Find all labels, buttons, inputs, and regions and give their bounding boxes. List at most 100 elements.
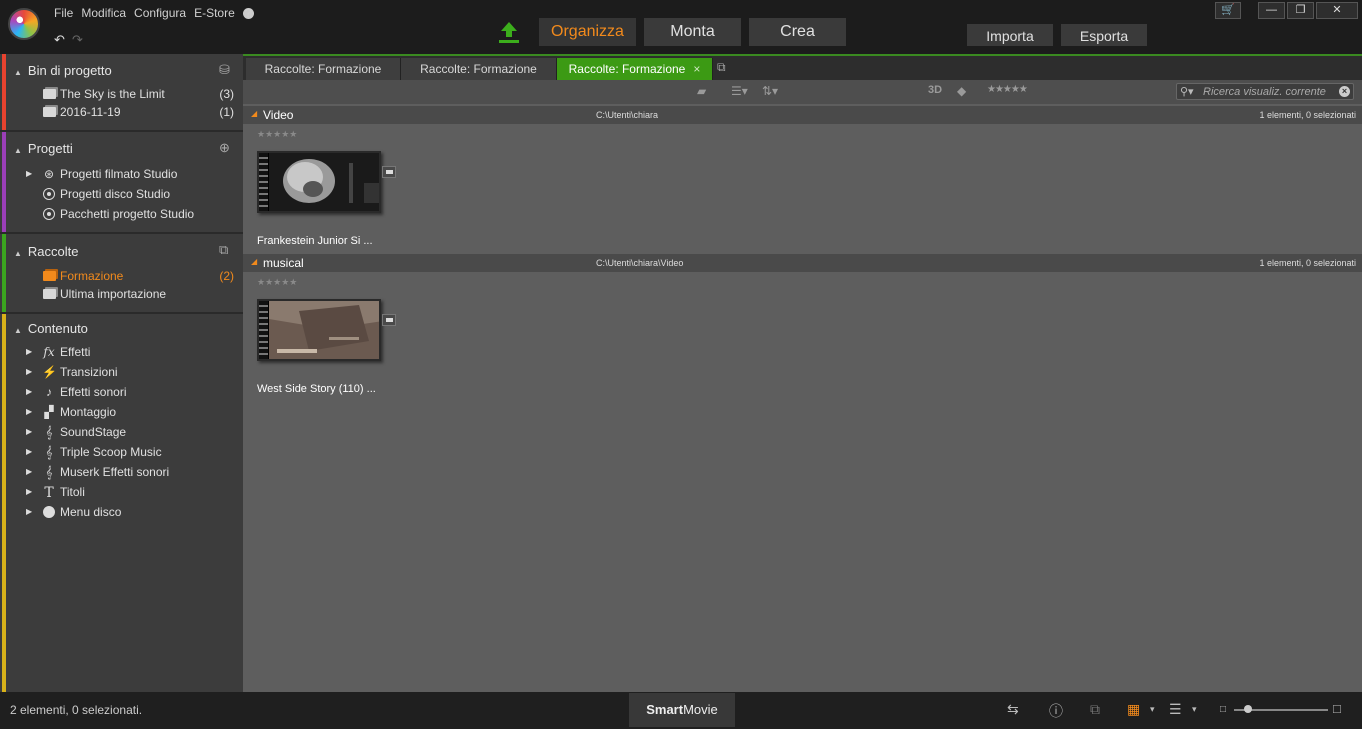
minimize-button[interactable]: —: [1258, 2, 1285, 19]
expand-arrow-icon[interactable]: ▶: [26, 347, 32, 356]
new-tab-icon[interactable]: ⧉: [717, 60, 737, 78]
clip-rating[interactable]: ★★★★★: [257, 129, 297, 140]
music-note-icon: ♪: [46, 385, 52, 399]
section-color-bar: [2, 132, 6, 232]
expand-arrow-icon[interactable]: ▶: [26, 507, 32, 516]
lightning-icon: ⚡: [42, 365, 57, 379]
group-name: Video: [263, 108, 294, 122]
tab-collection-active[interactable]: Raccolte: Formazione ×: [557, 58, 713, 82]
bin-item[interactable]: The Sky is the Limit (3): [26, 86, 236, 104]
content-item-titles[interactable]: ▶ T Titoli: [26, 484, 236, 502]
expand-arrow-icon[interactable]: ▶: [26, 169, 32, 178]
projects-header[interactable]: ▲ Progetti: [14, 141, 73, 156]
app-logo[interactable]: [8, 8, 40, 40]
tab-close-icon[interactable]: ×: [693, 62, 700, 76]
collapse-arrow-icon[interactable]: ◢: [251, 257, 257, 266]
project-bin-section: ▲ Bin di progetto ⛁ The Sky is the Limit …: [0, 54, 243, 132]
create-button[interactable]: Crea: [749, 18, 846, 46]
search-input[interactable]: [1203, 84, 1333, 99]
title-bar: File Modifica Configura E-Store ? ↶ ↷ Or…: [0, 0, 1362, 54]
group-header[interactable]: ◢ musical C:\Utenti\chiara\Video 1 eleme…: [243, 254, 1362, 272]
cart-icon[interactable]: 🛒: [1215, 2, 1241, 19]
expand-arrow-icon[interactable]: ▶: [26, 387, 32, 396]
project-bin-header[interactable]: ▲ Bin di progetto: [14, 63, 112, 78]
import-button[interactable]: Importa: [967, 24, 1053, 46]
group-header[interactable]: ◢ Video C:\Utenti\chiara 1 elementi, 0 s…: [243, 106, 1362, 124]
tag-icon[interactable]: ◆: [957, 84, 966, 98]
undo-icon[interactable]: ↶: [54, 32, 65, 48]
expand-arrow-icon[interactable]: ▶: [26, 367, 32, 376]
menu-file[interactable]: File: [54, 6, 73, 20]
info-icon[interactable]: ⓘ: [1049, 701, 1063, 721]
tab-label: Raccolte: Formazione: [264, 62, 382, 76]
zoom-slider[interactable]: [1234, 705, 1328, 713]
small-thumbnail-icon[interactable]: □: [1220, 704, 1226, 715]
collapse-arrow-icon[interactable]: ◢: [251, 109, 257, 118]
upload-icon[interactable]: [498, 20, 520, 44]
content-item-soundstage[interactable]: ▶ 𝄞 SoundStage: [26, 424, 236, 442]
folder-icon[interactable]: [382, 314, 396, 326]
large-thumbnail-icon[interactable]: □: [1333, 701, 1341, 716]
folder-icon[interactable]: [382, 166, 396, 178]
projects-item[interactable]: ▶ ⊛ Progetti filmato Studio: [26, 166, 236, 184]
collection-item-selected[interactable]: Formazione (2): [26, 268, 236, 286]
expand-arrow-icon[interactable]: ▶: [26, 467, 32, 476]
zoom-slider-knob[interactable]: [1244, 705, 1252, 713]
clear-search-icon[interactable]: ×: [1339, 86, 1350, 97]
menu-estore[interactable]: E-Store: [194, 6, 235, 20]
browser-toolbar: ▰ ☰▾ ⇅▾ 3D ◆ ★★★★★ ⚲▾ ×: [243, 80, 1362, 104]
collection-item[interactable]: Ultima importazione: [26, 286, 236, 304]
content-item-muserk[interactable]: ▶ 𝄞 Muserk Effetti sonori: [26, 464, 236, 482]
clip-rating[interactable]: ★★★★★: [257, 277, 297, 288]
rating-filter[interactable]: ★★★★★: [987, 84, 1028, 95]
organize-button[interactable]: Organizza: [539, 18, 636, 46]
stack-icon[interactable]: ⧉: [1090, 701, 1100, 718]
sort-icon[interactable]: ⇅▾: [762, 84, 778, 98]
sync-icon[interactable]: ⇆: [1007, 701, 1019, 718]
3d-filter-button[interactable]: 3D: [928, 84, 942, 96]
grid-view-icon[interactable]: ▦: [1127, 701, 1140, 718]
list-view-dropdown-icon[interactable]: ▾: [1192, 704, 1197, 715]
search-icon[interactable]: ⚲▾: [1180, 85, 1194, 98]
expand-arrow-icon[interactable]: ▶: [26, 447, 32, 456]
video-frame: [269, 153, 379, 211]
add-project-icon[interactable]: ⊕: [219, 140, 237, 156]
content-item-effects[interactable]: ▶ fx Effetti: [26, 344, 236, 362]
edit-button[interactable]: Monta: [644, 18, 741, 46]
expand-arrow-icon[interactable]: ▶: [26, 487, 32, 496]
projects-item[interactable]: Progetti disco Studio: [26, 186, 236, 204]
clip-thumbnail[interactable]: [257, 299, 381, 361]
tab-collection[interactable]: Raccolte: Formazione: [246, 58, 401, 82]
content-item-sound-effects[interactable]: ▶ ♪ Effetti sonori: [26, 384, 236, 402]
bin-item[interactable]: 2016-11-19 (1): [26, 104, 236, 122]
folder-view-icon[interactable]: ▰: [697, 84, 706, 98]
redo-icon[interactable]: ↷: [72, 32, 83, 48]
export-button[interactable]: Esporta: [1061, 24, 1147, 46]
content-header[interactable]: ▲ Contenuto: [14, 321, 88, 336]
menu-edit[interactable]: Modifica: [81, 6, 126, 20]
tab-label: Raccolte: Formazione: [420, 62, 537, 76]
help-icon[interactable]: ?: [242, 7, 254, 19]
collections-header[interactable]: ▲ Raccolte: [14, 244, 79, 259]
add-collection-icon[interactable]: ⧉: [219, 242, 237, 258]
restore-button[interactable]: ❐: [1287, 2, 1314, 19]
content-item-label: Transizioni: [60, 365, 118, 379]
menu-config[interactable]: Configura: [134, 6, 186, 20]
content-item-transitions[interactable]: ▶ ⚡ Transizioni: [26, 364, 236, 382]
grid-view-dropdown-icon[interactable]: ▾: [1150, 704, 1155, 715]
close-button[interactable]: ✕: [1316, 2, 1358, 19]
smartmovie-button[interactable]: SmartMovie: [629, 693, 735, 727]
add-bin-icon[interactable]: ⛁: [219, 62, 237, 78]
tab-bar: Raccolte: Formazione Raccolte: Formazion…: [243, 54, 1362, 82]
content-item-montage[interactable]: ▶ ▞ Montaggio: [26, 404, 236, 422]
projects-item[interactable]: Pacchetti progetto Studio: [26, 206, 236, 224]
tab-collection[interactable]: Raccolte: Formazione: [401, 58, 557, 82]
list-view-icon[interactable]: ☰: [1169, 701, 1182, 718]
content-item-label: Triple Scoop Music: [60, 445, 162, 459]
clip-thumbnail[interactable]: [257, 151, 381, 213]
expand-arrow-icon[interactable]: ▶: [26, 427, 32, 436]
group-by-icon[interactable]: ☰▾: [731, 84, 748, 98]
expand-arrow-icon[interactable]: ▶: [26, 407, 32, 416]
content-item-disc-menu[interactable]: ▶ Menu disco: [26, 504, 236, 522]
content-item-triple-scoop[interactable]: ▶ 𝄞 Triple Scoop Music: [26, 444, 236, 462]
